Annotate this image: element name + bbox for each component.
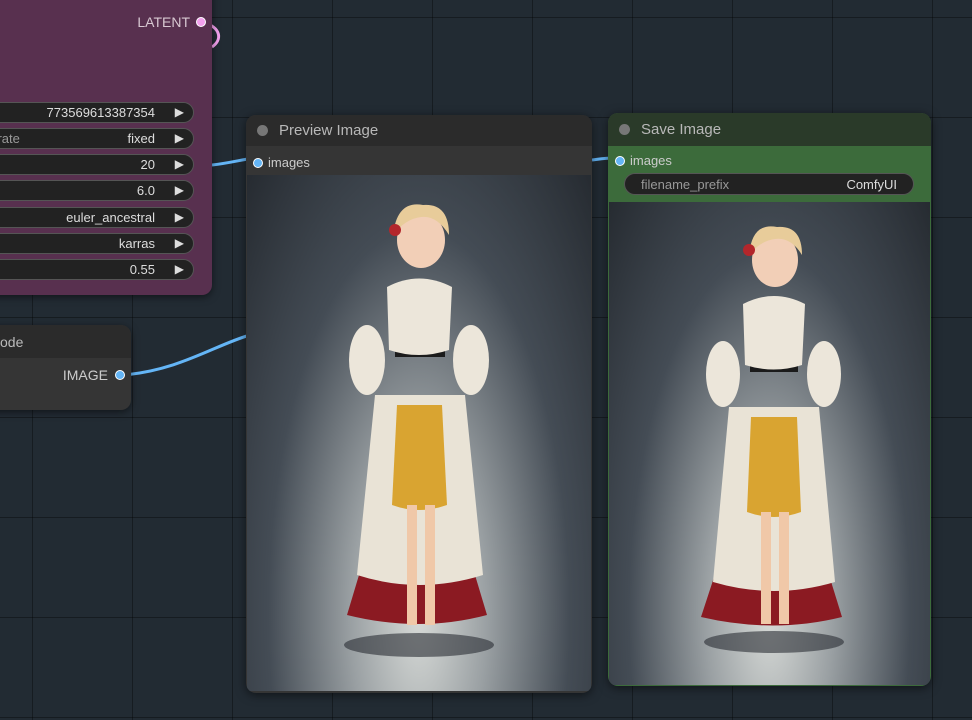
denoise-widget[interactable]: 0.55 ▶ bbox=[0, 259, 194, 280]
collapse-dot-icon[interactable] bbox=[619, 124, 630, 135]
image-output-slot[interactable] bbox=[115, 370, 125, 380]
denoise-value: 0.55 bbox=[129, 262, 155, 277]
seed-widget[interactable]: 773569613387354 ▶ bbox=[0, 102, 194, 123]
latent-output-slot[interactable] bbox=[196, 17, 206, 27]
character-illustration bbox=[344, 204, 494, 657]
cfg-arrow[interactable]: ▶ bbox=[175, 183, 184, 197]
images-input-slot[interactable] bbox=[253, 158, 263, 168]
steps-arrow[interactable]: ▶ bbox=[175, 157, 184, 171]
seed-value: 773569613387354 bbox=[46, 105, 155, 120]
cfg-value: 6.0 bbox=[136, 183, 155, 198]
scheduler-arrow[interactable]: ▶ bbox=[175, 236, 184, 250]
vae-decode-node[interactable]: ode IMAGE bbox=[0, 325, 131, 410]
character-illustration bbox=[701, 226, 844, 653]
collapse-dot-icon[interactable] bbox=[257, 125, 268, 136]
filename-prefix-widget[interactable]: filename_prefix ComfyUI bbox=[624, 173, 914, 195]
seed-increment-arrow[interactable]: ▶ bbox=[175, 105, 184, 119]
vae-decode-title: ode bbox=[0, 334, 24, 350]
control-after-generate-arrow[interactable]: ▶ bbox=[175, 131, 184, 145]
latent-output-label: LATENT bbox=[137, 14, 190, 30]
ksampler-node[interactable]: LATENT 773569613387354 ▶ nerate fixed ▶ … bbox=[0, 0, 212, 295]
images-input-label: images bbox=[630, 153, 672, 168]
sampler-arrow[interactable]: ▶ bbox=[175, 210, 184, 224]
images-input-slot[interactable] bbox=[615, 156, 625, 166]
saved-image bbox=[609, 202, 930, 685]
cfg-widget[interactable]: 6.0 ▶ bbox=[0, 180, 194, 201]
preview-node-title: Preview Image bbox=[279, 122, 379, 139]
control-after-generate-widget[interactable]: nerate fixed ▶ bbox=[0, 128, 194, 149]
images-input-label: images bbox=[268, 155, 310, 170]
scheduler-value: karras bbox=[118, 236, 155, 251]
image-link-preview bbox=[123, 333, 251, 377]
control-after-generate-value: fixed bbox=[127, 131, 155, 146]
image-output-label: IMAGE bbox=[62, 367, 108, 383]
control-after-generate-label: nerate bbox=[0, 131, 20, 146]
denoise-arrow[interactable]: ▶ bbox=[175, 262, 184, 276]
filename-prefix-value: ComfyUI bbox=[846, 177, 897, 192]
preview-image bbox=[247, 175, 591, 691]
save-image-node[interactable]: Save Image images filename_prefix ComfyU… bbox=[608, 113, 931, 686]
filename-prefix-label: filename_prefix bbox=[641, 177, 730, 192]
steps-widget[interactable]: 20 ▶ bbox=[0, 154, 194, 175]
save-node-title: Save Image bbox=[641, 121, 722, 138]
scheduler-widget[interactable]: karras ▶ bbox=[0, 233, 194, 254]
sampler-value: euler_ancestral bbox=[66, 210, 155, 225]
sampler-widget[interactable]: euler_ancestral ▶ bbox=[0, 207, 194, 228]
preview-image-node[interactable]: Preview Image images bbox=[246, 115, 592, 693]
steps-value: 20 bbox=[140, 157, 155, 172]
